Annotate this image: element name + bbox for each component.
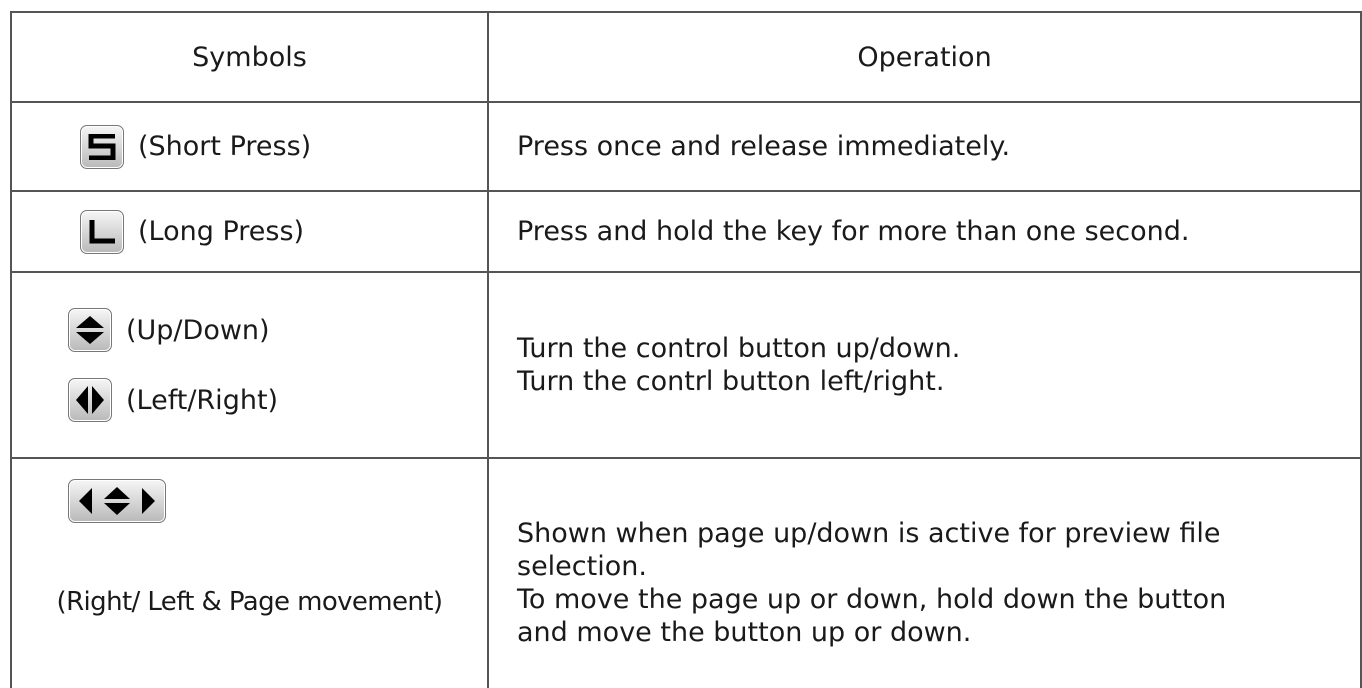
operation-line: selection.: [517, 550, 647, 582]
symbol-label: (Up/Down): [126, 314, 270, 346]
operation-line: Turn the control button up/down.: [517, 333, 961, 364]
symbol-cell: (Short Press): [10, 101, 489, 192]
operation-cell: Press and hold the key for more than one…: [487, 190, 1362, 273]
operation-line: and move the button up or down.: [517, 616, 972, 648]
header-operation: Operation: [487, 11, 1362, 103]
s-key-icon: [80, 124, 124, 169]
left-right-icon: [68, 378, 112, 422]
symbol-label: (Short Press): [138, 131, 312, 162]
l-key-icon: [80, 209, 124, 254]
operation-line: Turn the contrl button left/right.: [517, 366, 945, 397]
operation-cell: Press once and release immediately.: [487, 101, 1362, 192]
table-row: (Short Press) Press once and release imm…: [10, 101, 1362, 192]
table-row: (Long Press) Press and hold the key for …: [10, 190, 1362, 273]
table-header-row: Symbols Operation: [10, 11, 1362, 103]
symbols-table: Symbols Operation (Short Press) Press on…: [10, 11, 1362, 688]
operation-line: Shown when page up/down is active for pr…: [517, 517, 1221, 549]
header-symbols: Symbols: [10, 11, 489, 103]
symbol-cell: (Up/Down) (Left/Right): [10, 271, 489, 459]
operation-line: To move the page up or down, hold down t…: [517, 583, 1227, 615]
operation-cell: Turn the control button up/down. Turn th…: [487, 271, 1362, 459]
table-row: (Right/ Left & Page movement) Shown when…: [10, 457, 1362, 688]
table-row: (Up/Down) (Left/Right) Turn the control …: [10, 271, 1362, 459]
symbol-cell: (Right/ Left & Page movement): [10, 457, 489, 688]
left-updown-right-icon: [68, 479, 166, 523]
symbol-label: (Long Press): [138, 216, 305, 247]
up-down-icon: [68, 308, 112, 352]
symbol-label: (Left/Right): [126, 384, 279, 416]
symbol-label: (Right/ Left & Page movement): [56, 587, 444, 617]
operation-cell: Shown when page up/down is active for pr…: [487, 457, 1362, 688]
symbol-cell: (Long Press): [10, 190, 489, 273]
